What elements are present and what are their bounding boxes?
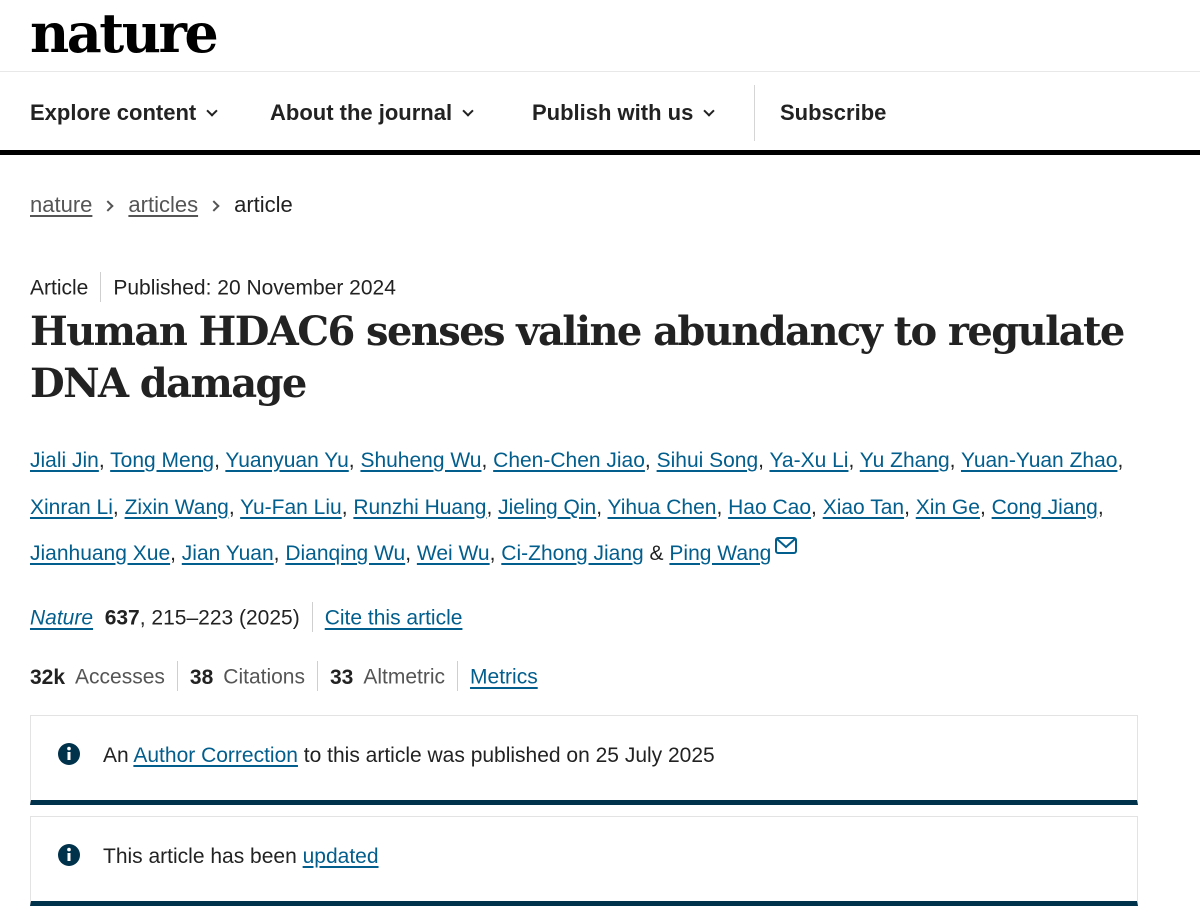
author-link[interactable]: Ping Wang xyxy=(669,542,771,565)
author-correction-notice: An Author Correction to this article was… xyxy=(30,715,1138,805)
author-link[interactable]: Tong Meng xyxy=(110,449,214,472)
chevron-right-icon xyxy=(208,200,220,212)
author-link[interactable]: Runzhi Huang xyxy=(353,496,486,519)
author-link[interactable]: Ya-Xu Li xyxy=(769,449,848,472)
author-link[interactable]: Xinran Li xyxy=(30,496,113,519)
altmetric-count: 33 xyxy=(329,665,354,689)
nav-about-journal-label: About the journal xyxy=(270,100,453,125)
volume: 637 xyxy=(104,606,140,630)
author-link[interactable]: Xin Ge xyxy=(916,496,980,519)
citations-label: Citations xyxy=(223,665,305,689)
accesses-count: 32k xyxy=(30,665,66,689)
email-icon[interactable] xyxy=(775,525,798,572)
nature-logo[interactable]: nature xyxy=(30,0,219,66)
author-link[interactable]: Cong Jiang xyxy=(992,496,1098,519)
chevron-down-icon xyxy=(703,105,716,117)
chevron-down-icon xyxy=(206,105,218,117)
author-link[interactable]: Yuanyuan Yu xyxy=(225,449,348,472)
nav-explore-content[interactable]: Explore content xyxy=(30,73,218,150)
article-metrics: 32k Accesses 38 Citations 33 Altmetric Metrics xyxy=(30,661,538,693)
correction-suffix: to this article was published on 25 July… xyxy=(303,744,715,767)
author-link[interactable]: Dianqing Wu xyxy=(285,542,405,565)
update-prefix: This article has been xyxy=(103,845,297,868)
author-link[interactable]: Yu-Fan Liu xyxy=(240,496,342,519)
citations-count: 38 xyxy=(189,665,214,689)
author-link[interactable]: Jianhuang Xue xyxy=(30,542,170,565)
citation-divider xyxy=(311,602,313,632)
author-correction-link[interactable]: Author Correction xyxy=(133,744,298,767)
metrics-divider xyxy=(176,661,178,691)
nav-about-journal[interactable]: About the journal xyxy=(270,73,474,150)
chevron-right-icon xyxy=(102,200,115,212)
author-link[interactable]: Yuan-Yuan Zhao xyxy=(961,449,1117,472)
nav-subscribe[interactable]: Subscribe xyxy=(780,73,886,150)
article-updated-notice: This article has been updated xyxy=(30,816,1138,906)
update-text: This article has been updated xyxy=(103,845,379,869)
author-link[interactable]: Chen-Chen Jiao xyxy=(493,449,645,472)
main-nav: Explore content About the journal Publis… xyxy=(0,73,1200,155)
accesses-label: Accesses xyxy=(75,665,165,689)
author-list: Jiali Jin, Tong Meng, Yuanyuan Yu, Shuhe… xyxy=(30,438,1130,578)
nav-publish-with-us[interactable]: Publish with us xyxy=(532,73,716,150)
author-conjunction: & xyxy=(649,542,664,565)
citation-line: Nature 637, 215–223 (2025) Cite this arti… xyxy=(30,602,463,634)
info-icon xyxy=(57,843,81,872)
author-link[interactable]: Jiali Jin xyxy=(30,449,99,472)
author-link[interactable]: Yu Zhang xyxy=(860,449,950,472)
author-link[interactable]: Ci-Zhong Jiang xyxy=(501,542,643,565)
altmetric-label: Altmetric xyxy=(363,665,446,689)
author-link[interactable]: Zixin Wang xyxy=(125,496,229,519)
author-link[interactable]: Jian Yuan xyxy=(182,542,274,565)
meta-divider xyxy=(100,272,102,302)
breadcrumb-articles[interactable]: articles xyxy=(128,192,198,217)
breadcrumb-current: article xyxy=(234,192,293,217)
cite-this-article-link[interactable]: Cite this article xyxy=(325,607,463,630)
author-link[interactable]: Hao Cao xyxy=(728,496,811,519)
breadcrumb-home[interactable]: nature xyxy=(30,192,92,217)
article-meta: Article Published: 20 November 2024 xyxy=(30,272,396,304)
nav-publish-with-us-label: Publish with us xyxy=(532,100,694,125)
metrics-divider xyxy=(457,661,459,691)
author-link[interactable]: Jieling Qin xyxy=(498,496,596,519)
author-link[interactable]: Sihui Song xyxy=(657,449,759,472)
pages-year: , 215–223 (2025) xyxy=(139,606,300,630)
updated-link[interactable]: updated xyxy=(303,845,379,868)
article-title: Human HDAC6 senses valine abundancy to r… xyxy=(30,308,1125,407)
author-link[interactable]: Wei Wu xyxy=(417,542,490,565)
nav-explore-content-label: Explore content xyxy=(30,100,197,125)
journal-link[interactable]: Nature xyxy=(30,607,93,630)
nav-divider xyxy=(754,85,755,141)
author-link[interactable]: Shuheng Wu xyxy=(360,449,481,472)
chevron-down-icon xyxy=(462,105,474,117)
breadcrumb: nature articles article xyxy=(30,192,293,218)
metrics-divider xyxy=(316,661,318,691)
author-link[interactable]: Xiao Tan xyxy=(823,496,904,519)
article-type: Article xyxy=(30,276,89,300)
site-header: nature xyxy=(0,0,1200,72)
info-icon xyxy=(57,742,81,771)
correction-prefix: An xyxy=(103,744,129,767)
metrics-link[interactable]: Metrics xyxy=(470,666,538,689)
author-link[interactable]: Yihua Chen xyxy=(608,496,717,519)
published-date: Published: 20 November 2024 xyxy=(113,276,396,300)
correction-text: An Author Correction to this article was… xyxy=(103,744,715,768)
